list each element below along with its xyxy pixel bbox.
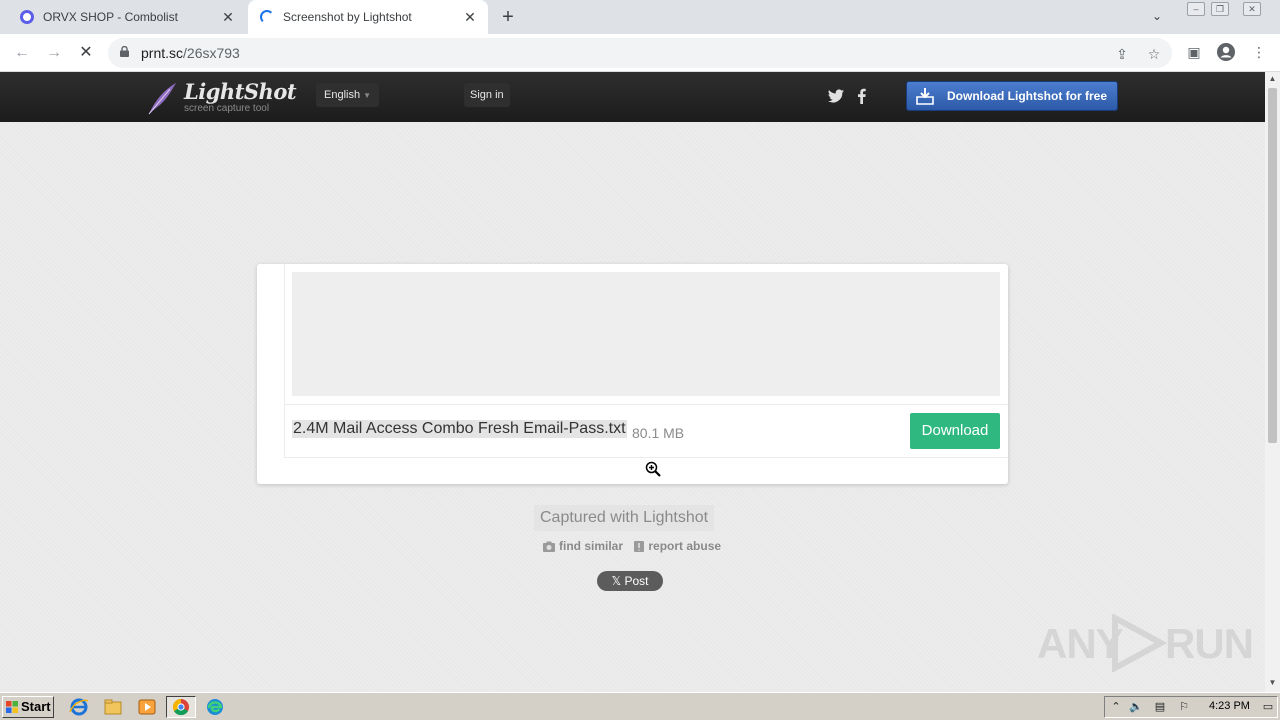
site-favicon-icon [20, 10, 34, 24]
tab-close-icon[interactable]: ✕ [220, 9, 236, 25]
download-lightshot-label: Download Lightshot for free [947, 89, 1107, 103]
lightshot-header: LightShot screen capture tool English ▼ S… [0, 72, 1265, 122]
tab-strip: ORVX SHOP - Combolist ✕ Screenshot by Li… [0, 0, 1280, 34]
file-row: 2.4M Mail Access Combo Fresh Email-Pass.… [285, 404, 1008, 458]
windows-taskbar: Start ⌃ 🔈 ▤ ⚐ 4:23 PM ▭ [0, 692, 1280, 720]
find-similar-link[interactable]: find similar [543, 539, 623, 553]
side-panel-icon[interactable]: ▣ [1184, 42, 1204, 62]
zoom-in-cursor-icon [645, 461, 661, 477]
lock-icon [120, 46, 129, 57]
stop-loading-icon[interactable]: ✕ [74, 41, 98, 65]
report-abuse-link[interactable]: report abuse [634, 539, 721, 553]
download-button[interactable]: Download [910, 413, 1000, 449]
feather-logo-icon [148, 83, 176, 115]
page-viewport: LightShot screen capture tool English ▼ S… [0, 72, 1265, 692]
camera-icon [543, 541, 555, 552]
back-icon[interactable]: ← [10, 41, 34, 65]
loading-spinner-icon [260, 10, 274, 24]
taskbar-clock[interactable]: 4:23 PM [1209, 700, 1250, 712]
url-host: prnt.sc [141, 45, 184, 61]
scroll-down-icon[interactable]: ▼ [1268, 678, 1277, 687]
card-gutter [265, 264, 285, 458]
system-tray: ⌃ 🔈 ▤ ⚐ 4:23 PM ▭ [1104, 696, 1278, 718]
profile-avatar-icon [1217, 43, 1235, 61]
tab-close-icon[interactable]: ✕ [462, 9, 478, 25]
edge-icon[interactable] [204, 697, 226, 717]
media-player-icon[interactable] [136, 697, 158, 717]
file-name: 2.4M Mail Access Combo Fresh Email-Pass.… [292, 420, 627, 438]
x-post-button[interactable]: 𝕏 Post [597, 571, 663, 591]
tab-search-chevron-icon[interactable]: ⌄ [1152, 9, 1162, 23]
show-desktop-icon[interactable]: ▭ [1261, 700, 1275, 714]
close-window-button[interactable]: ✕ [1243, 2, 1261, 16]
download-cloud-icon [916, 88, 934, 105]
screenshot-preview[interactable] [292, 272, 1000, 396]
lightshot-logo[interactable]: LightShot screen capture tool [146, 79, 297, 117]
bookmark-star-icon[interactable]: ☆ [1145, 45, 1163, 63]
url-path: /26sx793 [183, 45, 240, 61]
logo-name: LightShot [184, 79, 297, 104]
anyrun-watermark: ANY RUN [1037, 612, 1254, 672]
internet-explorer-icon[interactable] [68, 697, 90, 717]
language-label: English [324, 89, 361, 101]
scroll-up-icon[interactable]: ▲ [1268, 74, 1277, 83]
new-tab-button[interactable]: + [497, 7, 519, 29]
tab-title: ORVX SHOP - Combolist [43, 10, 178, 24]
sign-in-button[interactable]: Sign in [464, 83, 510, 107]
show-hidden-icons-icon[interactable]: ⌃ [1109, 700, 1123, 714]
chrome-icon [172, 698, 189, 716]
twitter-icon[interactable] [827, 87, 845, 105]
tab-title: Screenshot by Lightshot [283, 10, 412, 24]
address-bar[interactable]: prnt.sc/26sx793 ⇪ ☆ [108, 38, 1172, 68]
scrollbar-thumb[interactable] [1268, 88, 1277, 443]
captured-with-lightshot: Captured with Lightshot [534, 505, 715, 531]
watermark-right-text: RUN [1165, 620, 1254, 667]
logo-tagline: screen capture tool [184, 103, 270, 114]
facebook-icon[interactable] [853, 87, 871, 105]
report-icon [634, 540, 645, 552]
restore-window-button[interactable]: ❐ [1211, 2, 1229, 16]
browser-toolbar: ← → ✕ prnt.sc/26sx793 ⇪ ☆ ▣ ⋮ [0, 34, 1280, 72]
screenshot-card: 2.4M Mail Access Combo Fresh Email-Pass.… [257, 264, 1008, 484]
file-size: 80.1 MB [632, 425, 685, 441]
volume-icon[interactable]: 🔈 [1129, 700, 1143, 714]
minimize-window-button[interactable]: – [1187, 2, 1205, 16]
forward-icon[interactable]: → [42, 41, 66, 65]
network-icon[interactable]: ▤ [1153, 700, 1167, 714]
page-scrollbar[interactable]: ▲ ▼ [1265, 72, 1280, 692]
language-selector[interactable]: English ▼ [316, 83, 379, 107]
caret-down-icon: ▼ [363, 91, 371, 100]
url-text: prnt.sc/26sx793 [141, 45, 240, 61]
share-icon[interactable]: ⇪ [1113, 45, 1131, 63]
profile-icon[interactable] [1216, 42, 1236, 62]
report-abuse-label: report abuse [648, 539, 722, 553]
download-lightshot-button[interactable]: Download Lightshot for free [906, 81, 1118, 111]
browser-menu-icon[interactable]: ⋮ [1249, 42, 1269, 62]
start-button[interactable]: Start [2, 696, 54, 718]
tab-lightshot[interactable]: Screenshot by Lightshot ✕ [248, 0, 488, 34]
action-center-flag-icon[interactable]: ⚐ [1177, 700, 1191, 714]
footer-links: find similar report abuse [543, 539, 729, 555]
windows-flag-icon [6, 701, 18, 713]
chrome-taskbar-button[interactable] [166, 696, 196, 718]
start-label: Start [21, 699, 51, 714]
find-similar-label: find similar [559, 539, 624, 553]
file-explorer-icon[interactable] [102, 697, 124, 717]
tab-orvx-shop[interactable]: ORVX SHOP - Combolist ✕ [8, 0, 246, 34]
play-logo-icon [1112, 614, 1167, 672]
